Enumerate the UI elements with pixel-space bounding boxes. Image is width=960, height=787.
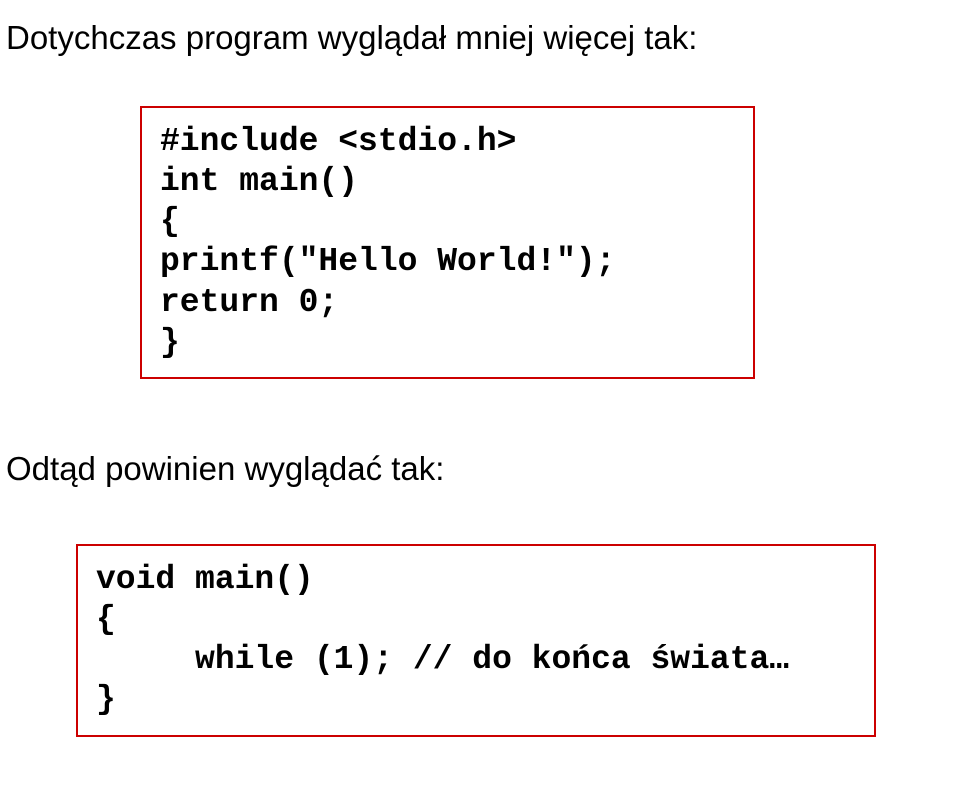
- code-block-1: #include <stdio.h> int main() { printf("…: [140, 106, 755, 380]
- code-block-2: void main() { while (1); // do końca świ…: [76, 544, 876, 737]
- intro-text: Dotychczas program wyglądał mniej więcej…: [6, 18, 930, 58]
- code-block-1-wrapper: #include <stdio.h> int main() { printf("…: [140, 106, 930, 380]
- code-block-2-wrapper: void main() { while (1); // do końca świ…: [76, 544, 930, 737]
- page: Dotychczas program wyglądał mniej więcej…: [0, 0, 960, 787]
- subheading-text: Odtąd powinien wyglądać tak:: [6, 449, 930, 489]
